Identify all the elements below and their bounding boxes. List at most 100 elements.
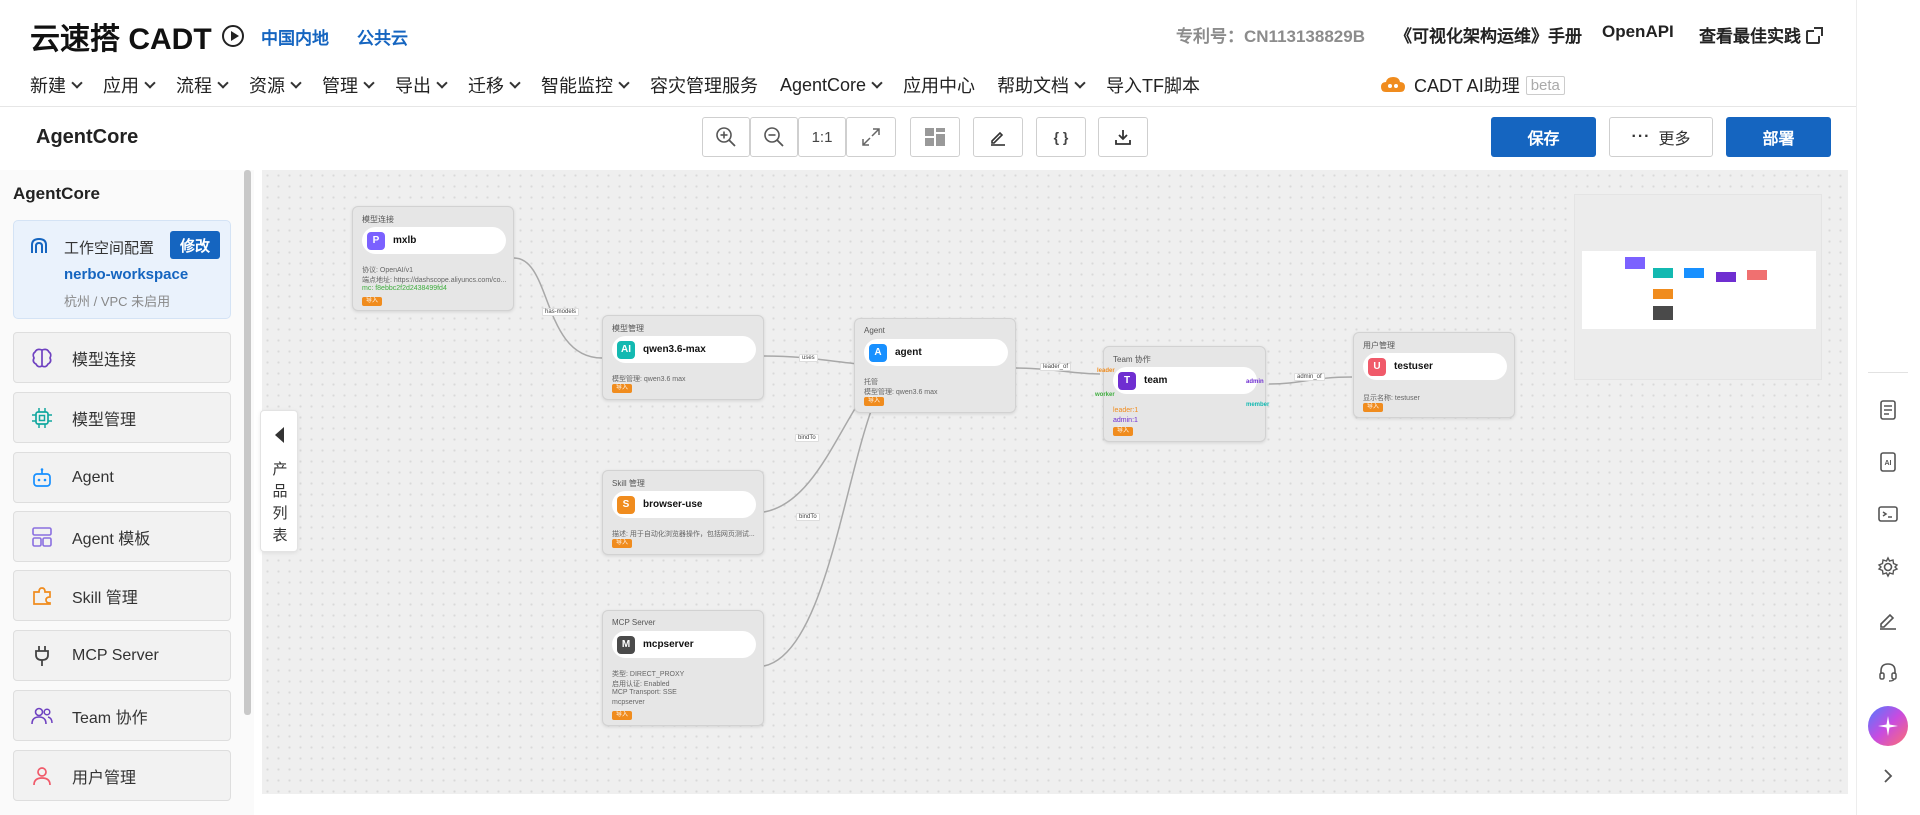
node-model-management[interactable]: 模型管理 AI qwen3.6-max 模型管理: qwen3.6 max 导入 xyxy=(602,315,764,400)
best-practice-link[interactable]: 查看最佳实践 xyxy=(1699,22,1823,47)
sidebar: AgentCore 工作空间配置 修改 nerbo-workspace 杭州 /… xyxy=(0,170,254,815)
menu-item[interactable]: 新建 xyxy=(30,72,83,98)
menu-item[interactable]: 导入TF脚本 xyxy=(1106,72,1200,98)
menu-item[interactable]: 应用中心 xyxy=(903,72,975,98)
document-button[interactable] xyxy=(1870,392,1906,428)
sidebar-item-user[interactable]: 用户管理 xyxy=(13,750,231,801)
node-model-connection[interactable]: 模型连接 P mxlb 协议: OpenAI/v1 端点地址: https://… xyxy=(352,206,514,311)
edit-button[interactable] xyxy=(973,117,1023,157)
menu-item[interactable]: 管理 xyxy=(322,72,375,98)
menu-item[interactable]: AgentCore xyxy=(780,75,883,96)
json-view-button[interactable]: { } xyxy=(1036,117,1086,157)
workspace-icon xyxy=(31,237,47,253)
node-type-badge: U xyxy=(1368,357,1386,376)
node-user[interactable]: 用户管理 U testuser 显示名称: testuser 导入 xyxy=(1353,332,1515,418)
menu-item-label: 资源 xyxy=(249,76,285,96)
ai-assistant-button[interactable]: CADT AI助理 beta xyxy=(1380,72,1565,98)
layout-button[interactable] xyxy=(910,117,960,157)
sidebar-item-team[interactable]: Team 协作 xyxy=(13,690,231,741)
deploy-button[interactable]: 部署 xyxy=(1726,117,1831,157)
manual-link[interactable]: 《可视化架构运维》手册 xyxy=(1395,22,1582,47)
minimap-viewport[interactable] xyxy=(1582,251,1816,329)
support-button[interactable] xyxy=(1870,654,1906,690)
menu-item[interactable]: 容灾管理服务 xyxy=(650,72,758,98)
node-header-pill: P mxlb xyxy=(362,227,506,254)
ai-assistant-fab[interactable] xyxy=(1868,706,1908,746)
menu-item[interactable]: 导出 xyxy=(395,72,448,98)
download-button[interactable] xyxy=(1098,117,1148,157)
workspace-location: 杭州 / VPC 未启用 xyxy=(64,294,171,309)
expand-rail-button[interactable] xyxy=(1870,758,1906,794)
node-detail: 协议: OpenAI/v1 xyxy=(362,267,413,274)
chevron-down-icon xyxy=(871,76,883,89)
node-skill[interactable]: Skill 管理 S browser-use 描述: 用于自动化浏览器操作，包括… xyxy=(602,470,764,555)
brand-logo[interactable]: 云速搭 CADT xyxy=(30,14,244,58)
chevron-down-icon xyxy=(1074,76,1086,89)
architecture-canvas[interactable]: has-models uses bindTo bindTo leader_of … xyxy=(262,170,1848,794)
node-mcp-server[interactable]: MCP Server M mcpserver 类型: DIRECT_PROXY … xyxy=(602,610,764,726)
sidebar-item-label: MCP Server xyxy=(72,646,159,664)
play-icon[interactable] xyxy=(221,25,244,47)
feedback-button[interactable] xyxy=(1870,602,1906,638)
sidebar-item-model-connection[interactable]: 模型连接 xyxy=(13,332,231,383)
ai-doc-button[interactable]: AI xyxy=(1870,444,1906,480)
node-type-badge: A xyxy=(869,343,887,362)
terminal-button[interactable] xyxy=(1870,496,1906,532)
node-detail: mcpserver xyxy=(612,699,645,706)
menu-item-label: 应用 xyxy=(103,76,139,96)
sidebar-scrollbar[interactable] xyxy=(244,170,251,715)
port-worker[interactable]: worker xyxy=(1095,392,1115,398)
zoom-reset-button[interactable]: 1:1 xyxy=(798,117,846,157)
workspace-card: 工作空间配置 修改 nerbo-workspace 杭州 / VPC 未启用 xyxy=(13,220,231,319)
node-agent[interactable]: Agent A agent 托管 模型管理: qwen3.6 max 导入 xyxy=(854,318,1016,413)
ai-assistant-label: CADT AI助理 xyxy=(1414,76,1520,96)
zoom-out-button[interactable] xyxy=(750,117,798,157)
node-name: qwen3.6-max xyxy=(643,344,706,355)
sidebar-item-skill[interactable]: Skill 管理 xyxy=(13,570,231,621)
collapse-arrow-icon xyxy=(275,427,284,443)
more-button[interactable]: ··· 更多 xyxy=(1609,117,1713,157)
fit-screen-button[interactable] xyxy=(846,117,896,157)
chevron-down-icon xyxy=(436,76,448,89)
menu-item[interactable]: 智能监控 xyxy=(541,72,630,98)
menu-item[interactable]: 流程 xyxy=(176,72,229,98)
product-list-toggle[interactable]: 产品列表 xyxy=(260,410,298,552)
menu-item[interactable]: 应用 xyxy=(103,72,156,98)
node-header-pill: A agent xyxy=(864,339,1008,366)
node-type-badge: AI xyxy=(617,340,635,359)
menu-item-label: 管理 xyxy=(322,76,358,96)
port-admin[interactable]: admin xyxy=(1246,379,1264,385)
user-icon xyxy=(28,764,56,788)
port-member[interactable]: member xyxy=(1246,402,1269,408)
menu-item[interactable]: 帮助文档 xyxy=(997,72,1086,98)
save-button[interactable]: 保存 xyxy=(1491,117,1596,157)
region-public-cloud[interactable]: 公共云 xyxy=(357,24,408,49)
node-team[interactable]: Team 协作 T team leader:1 admin:1 导入 xyxy=(1103,346,1266,442)
sidebar-title: AgentCore xyxy=(13,184,100,203)
menu-item[interactable]: 迁移 xyxy=(468,72,521,98)
minimap[interactable] xyxy=(1574,194,1822,380)
workspace-edit-button[interactable]: 修改 xyxy=(170,231,220,259)
robot-icon xyxy=(28,466,56,490)
workspace-name[interactable]: nerbo-workspace xyxy=(64,266,188,283)
zoom-in-button[interactable] xyxy=(702,117,750,157)
sidebar-item-agent-template[interactable]: Agent 模板 xyxy=(13,511,231,562)
node-header-pill: U testuser xyxy=(1363,353,1507,380)
import-tag: 导入 xyxy=(864,397,885,406)
region-china-mainland[interactable]: 中国内地 xyxy=(261,24,329,49)
best-practice-label: 查看最佳实践 xyxy=(1699,27,1801,46)
edge-label-has-models: has-models xyxy=(542,308,580,316)
sidebar-item-agent[interactable]: Agent xyxy=(13,452,231,503)
node-name: agent xyxy=(895,347,922,358)
openapi-link[interactable]: OpenAPI xyxy=(1602,22,1674,42)
sidebar-item-mcp-server[interactable]: MCP Server xyxy=(13,630,231,681)
import-tag: 导入 xyxy=(1113,427,1134,436)
menu-item[interactable]: 资源 xyxy=(249,72,302,98)
settings-button[interactable] xyxy=(1870,549,1906,585)
node-detail: 启用认证: Enabled xyxy=(612,681,670,688)
port-leader[interactable]: leader xyxy=(1097,368,1115,374)
minimap-node xyxy=(1653,306,1673,320)
sidebar-item-model-management[interactable]: 模型管理 xyxy=(13,392,231,443)
more-label: 更多 xyxy=(1658,131,1691,148)
brain-icon xyxy=(28,346,56,370)
